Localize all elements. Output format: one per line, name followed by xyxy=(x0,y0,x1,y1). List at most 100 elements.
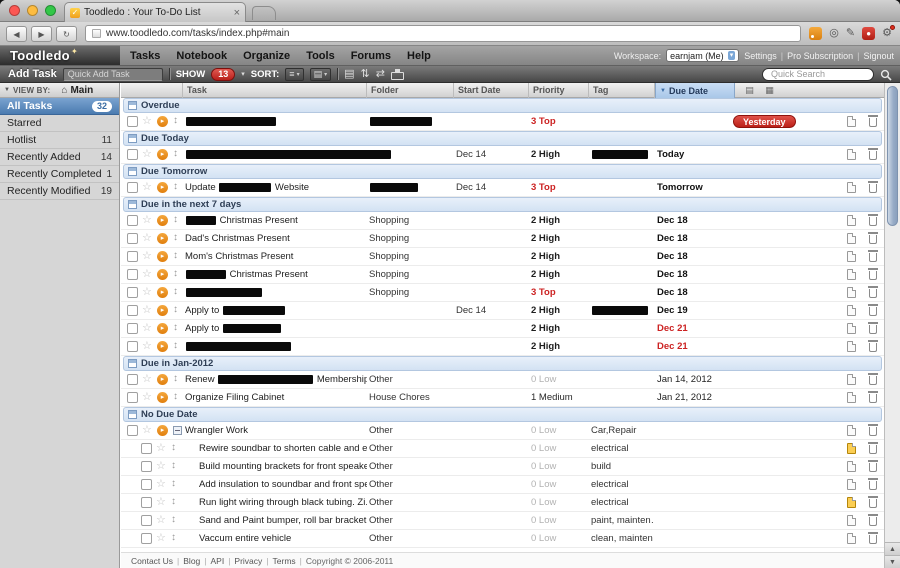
task-priority[interactable]: 2 High xyxy=(531,146,588,164)
delete-icon[interactable] xyxy=(869,151,877,160)
sidebar-item-recently-modified[interactable]: Recently Modified19 xyxy=(0,183,119,200)
task-due-date[interactable]: Yesterday xyxy=(657,113,807,131)
star-icon[interactable]: ☆ xyxy=(156,532,166,545)
task-tag[interactable]: electrical xyxy=(591,476,654,494)
settings-link[interactable]: Settings xyxy=(744,51,777,61)
note-icon[interactable] xyxy=(847,392,856,403)
task-priority[interactable]: 2 High xyxy=(531,338,588,356)
task-start-date[interactable] xyxy=(456,494,528,512)
note-icon[interactable] xyxy=(847,425,856,436)
action-arrow-icon[interactable]: ▸ xyxy=(157,425,168,436)
star-icon[interactable]: ☆ xyxy=(142,391,152,404)
task-title[interactable]: Apply to xyxy=(185,302,367,320)
star-icon[interactable]: ☆ xyxy=(142,232,152,245)
star-icon[interactable]: ☆ xyxy=(142,250,152,263)
subtasks-icon[interactable] xyxy=(173,426,182,435)
scroll-down-button[interactable]: ▼ xyxy=(885,555,900,568)
action-arrow-icon[interactable]: ▸ xyxy=(157,305,168,316)
star-icon[interactable]: ☆ xyxy=(142,148,152,161)
column-header-priority[interactable]: Priority xyxy=(529,83,589,98)
sidebar-item-recently-added[interactable]: Recently Added14 xyxy=(0,149,119,166)
task-tag[interactable] xyxy=(591,320,654,338)
forward-button[interactable]: ▶ xyxy=(31,26,52,42)
task-due-date[interactable]: Dec 21 xyxy=(657,320,807,338)
task-folder[interactable]: Shopping xyxy=(369,212,453,230)
column-header-due-date[interactable]: ▼Due Date xyxy=(655,83,735,98)
search-icon[interactable] xyxy=(880,68,892,80)
delete-icon[interactable] xyxy=(869,535,877,544)
star-icon[interactable]: ☆ xyxy=(142,424,152,437)
task-title[interactable]: Dad's Christmas Present xyxy=(185,230,367,248)
browser-tab[interactable]: ✓ Toodledo : Your To-Do List × xyxy=(64,2,246,22)
quick-add-input[interactable] xyxy=(63,68,163,81)
delete-icon[interactable] xyxy=(869,307,877,316)
column-header-folder[interactable]: Folder xyxy=(367,83,454,98)
task-due-date[interactable]: Dec 18 xyxy=(657,266,807,284)
star-icon[interactable]: ☆ xyxy=(142,286,152,299)
note-icon[interactable] xyxy=(847,182,856,193)
reorder-handle-icon[interactable]: ↕ xyxy=(171,532,176,543)
close-button[interactable] xyxy=(9,5,20,16)
note-icon[interactable] xyxy=(847,374,856,385)
task-priority[interactable]: 2 High xyxy=(531,302,588,320)
task-due-date[interactable]: Jan 21, 2012 xyxy=(657,389,807,407)
note-icon[interactable] xyxy=(847,116,856,127)
task-due-date[interactable]: Dec 18 xyxy=(657,248,807,266)
scrollbar[interactable]: ▲ ▼ xyxy=(884,83,900,568)
task-priority[interactable]: 1 Medium xyxy=(531,389,588,407)
reorder-handle-icon[interactable]: ↕ xyxy=(171,514,176,525)
task-start-date[interactable] xyxy=(456,512,528,530)
task-folder[interactable] xyxy=(369,146,453,164)
reorder-handle-icon[interactable]: ↕ xyxy=(173,181,178,192)
reorder-handle-icon[interactable]: ↕ xyxy=(171,460,176,471)
delete-icon[interactable] xyxy=(869,217,877,226)
task-title[interactable]: Update Website xyxy=(185,179,367,197)
delete-icon[interactable] xyxy=(869,394,877,403)
reorder-handle-icon[interactable]: ↕ xyxy=(173,322,178,333)
task-title[interactable] xyxy=(185,284,367,302)
minimize-button[interactable] xyxy=(27,5,38,16)
task-title[interactable]: Rewire soundbar to shorten cable and e..… xyxy=(199,440,367,458)
task-due-date[interactable]: Dec 21 xyxy=(657,338,807,356)
task-start-date[interactable]: Dec 14 xyxy=(456,146,528,164)
reorder-handle-icon[interactable]: ↕ xyxy=(173,391,178,402)
task-folder[interactable] xyxy=(369,113,453,131)
section-header[interactable]: Overdue xyxy=(123,98,882,113)
task-priority[interactable]: 3 Top xyxy=(531,113,588,131)
task-tag[interactable] xyxy=(591,179,654,197)
notes-column-icon[interactable]: ▤ xyxy=(741,84,758,97)
target-icon[interactable]: ◎ xyxy=(829,27,839,40)
delete-icon[interactable] xyxy=(869,184,877,193)
task-checkbox[interactable] xyxy=(127,269,138,280)
task-title[interactable]: Renew Membership xyxy=(185,371,367,389)
star-icon[interactable]: ☆ xyxy=(156,514,166,527)
task-priority[interactable]: 2 High xyxy=(531,248,588,266)
reorder-handle-icon[interactable]: ↕ xyxy=(173,250,178,261)
note-icon[interactable] xyxy=(847,443,856,454)
task-title[interactable] xyxy=(185,338,367,356)
zoom-button[interactable] xyxy=(45,5,56,16)
task-checkbox[interactable] xyxy=(127,305,138,316)
task-title[interactable]: Christmas Present xyxy=(185,266,367,284)
task-due-date[interactable] xyxy=(657,476,807,494)
task-priority[interactable]: 3 Top xyxy=(531,179,588,197)
section-header[interactable]: No Due Date xyxy=(123,407,882,422)
star-icon[interactable]: ☆ xyxy=(156,442,166,455)
action-arrow-icon[interactable]: ▸ xyxy=(157,149,168,160)
reorder-handle-icon[interactable]: ↕ xyxy=(171,442,176,453)
task-priority[interactable]: 3 Top xyxy=(531,284,588,302)
delete-icon[interactable] xyxy=(869,445,877,454)
star-icon[interactable]: ☆ xyxy=(142,115,152,128)
scrollbar-thumb[interactable] xyxy=(887,86,898,226)
note-icon[interactable] xyxy=(847,215,856,226)
task-folder[interactable]: Other xyxy=(369,530,453,548)
task-start-date[interactable] xyxy=(456,113,528,131)
task-checkbox[interactable] xyxy=(141,461,152,472)
delete-icon[interactable] xyxy=(869,481,877,490)
delete-icon[interactable] xyxy=(869,271,877,280)
task-checkbox[interactable] xyxy=(127,149,138,160)
task-tag[interactable] xyxy=(591,338,654,356)
task-checkbox[interactable] xyxy=(141,479,152,490)
rss-icon[interactable] xyxy=(809,27,822,40)
view-name[interactable]: Main xyxy=(70,85,93,96)
